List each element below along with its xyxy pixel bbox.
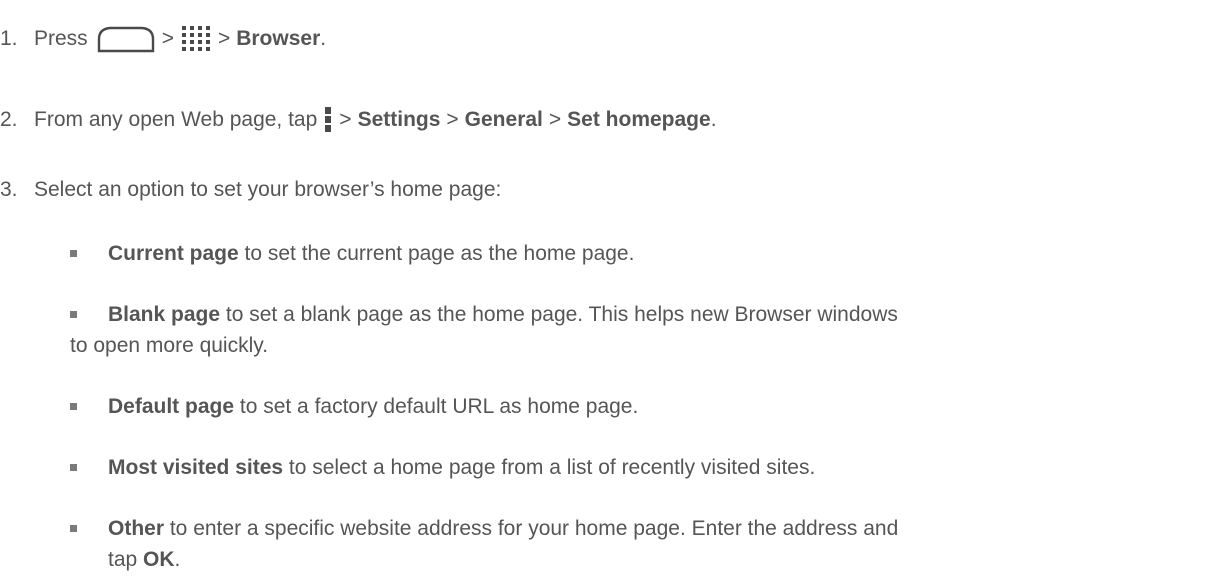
bullet-marker <box>70 311 77 318</box>
step-2-set-homepage: Set homepage <box>567 108 711 131</box>
bullet-marker <box>70 525 77 532</box>
option-label: Most visited sites <box>108 456 284 479</box>
step-2-settings: Settings <box>357 108 441 131</box>
step-2-separator-3: > <box>548 108 562 131</box>
option-other-text-continued: tap OK. <box>108 544 1198 575</box>
step-1-separator-1: > <box>161 27 174 50</box>
step-1-press: Press <box>34 27 88 50</box>
apps-grid-icon <box>180 25 212 53</box>
step-2-separator-2: > <box>446 108 459 131</box>
option-description-continued: to open more quickly. <box>70 334 269 357</box>
option-ok-label: OK <box>143 548 175 571</box>
bullet-marker <box>70 464 77 471</box>
step-2-lead: From any open Web page, tap <box>34 108 318 131</box>
step-1-separator-2: > <box>217 27 231 50</box>
step-1-period: . <box>320 27 327 50</box>
option-other-text: Other to enter a specific website addres… <box>108 513 1208 544</box>
menu-overflow-icon <box>323 106 333 134</box>
step-2-period: . <box>710 108 717 131</box>
home-icon <box>96 25 156 53</box>
step-1-browser: Browser <box>236 27 321 50</box>
option-description: to select a home page from a list of rec… <box>283 456 816 479</box>
option-blank-page-text: Blank page to set a blank page as the ho… <box>108 299 1208 330</box>
option-blank-page-text-continued: to open more quickly. <box>70 330 1160 361</box>
option-label: Default page <box>108 395 235 418</box>
option-description-continued-post: . <box>174 548 181 571</box>
step-2-number: 2. <box>0 108 18 131</box>
step-3-number: 3. <box>0 178 18 201</box>
option-most-visited-text: Most visited sites to select a home page… <box>108 452 1198 483</box>
step-1-number: 1. <box>0 27 18 50</box>
option-description: to set a factory default URL as home pag… <box>234 395 639 418</box>
option-label: Current page <box>108 242 239 265</box>
instructions-page: 1. Press > > Browser . 2. From any open … <box>0 0 1218 586</box>
option-description: to set a blank page as the home page. Th… <box>220 303 898 326</box>
option-current-page-text: Current page to set the current page as … <box>108 238 1198 269</box>
step-2-separator-1: > <box>339 108 352 131</box>
bullet-marker <box>70 403 77 410</box>
step-1: 1. Press > > Browser . <box>0 25 326 53</box>
option-label: Other <box>108 517 165 540</box>
step-2-general: General <box>464 108 543 131</box>
option-default-page-text: Default page to set a factory default UR… <box>108 391 1198 422</box>
option-label: Blank page <box>108 303 221 326</box>
option-description: to enter a specific website address for … <box>164 517 899 540</box>
option-description-continued-pre: tap <box>108 548 144 571</box>
bullet-marker <box>70 250 77 257</box>
option-description: to set the current page as the home page… <box>238 242 635 265</box>
step-3-text: Select an option to set your browser’s h… <box>34 178 502 201</box>
step-2: 2. From any open Web page, tap > Setting… <box>0 106 717 134</box>
step-3: 3. Select an option to set your browser’… <box>0 177 501 203</box>
